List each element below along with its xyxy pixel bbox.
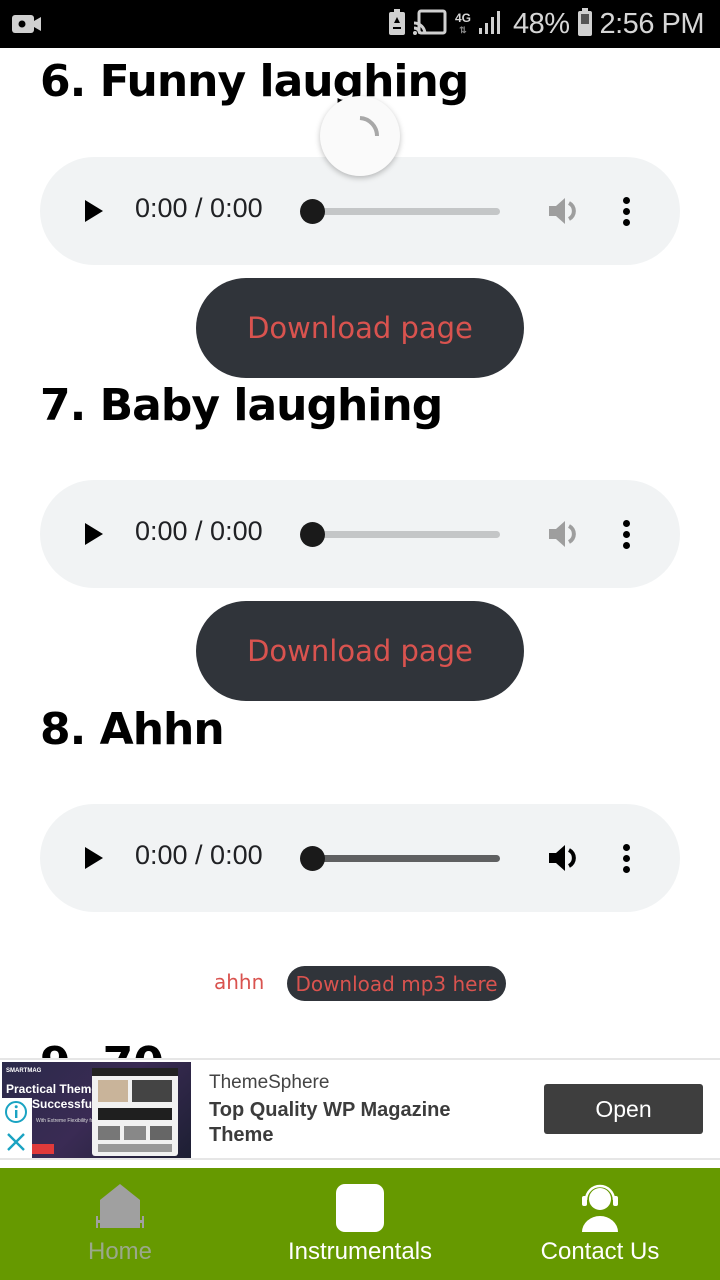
seek-bar[interactable]: [313, 208, 500, 215]
home-icon: [96, 1184, 144, 1228]
time-display: 0:00 / 0:00: [135, 516, 263, 546]
clock: 2:56 PM: [599, 7, 705, 40]
nav-label-home: Home: [87, 1238, 153, 1265]
spinner-arc-icon: [359, 116, 380, 137]
section-heading-partial: 9. 70 ... ...: [40, 1038, 295, 1058]
nav-item-instrumentals[interactable]: Instrumentals: [240, 1168, 480, 1280]
mp3-download-row: ahhn Download mp3 here: [0, 966, 720, 1002]
seek-bar[interactable]: [313, 531, 500, 538]
ad-banner[interactable]: SMARTMAG Practical Theme for Successful …: [0, 1058, 720, 1160]
time-display: 0:00 / 0:00: [135, 840, 263, 870]
play-icon[interactable]: [85, 523, 103, 545]
more-options-icon[interactable]: [623, 844, 631, 874]
ad-image-brand: SMARTMAG: [6, 1068, 42, 1074]
info-icon[interactable]: [4, 1100, 28, 1124]
ad-open-button[interactable]: Open: [544, 1084, 703, 1134]
play-icon[interactable]: [85, 200, 103, 222]
download-page-button[interactable]: Download page: [196, 601, 524, 701]
video-camera-icon: [12, 13, 42, 40]
battery-saver-icon: [388, 8, 405, 40]
support-agent-icon: [582, 1184, 618, 1232]
download-mp3-button[interactable]: Download mp3 here: [287, 966, 506, 1001]
volume-icon[interactable]: [547, 518, 581, 550]
cast-icon: [412, 9, 447, 40]
download-page-button[interactable]: Download page: [196, 278, 524, 378]
ad-title[interactable]: Top Quality WP Magazine Theme: [209, 1098, 509, 1148]
section-heading: 6. Funny laughing: [40, 56, 469, 107]
seek-bar[interactable]: [313, 855, 500, 862]
instrumentals-icon: [336, 1184, 384, 1232]
volume-icon[interactable]: [547, 842, 581, 874]
more-options-icon[interactable]: [623, 197, 631, 227]
section-heading: 8. Ahhn: [40, 704, 225, 755]
audio-player: 0:00 / 0:00: [40, 480, 680, 588]
time-display: 0:00 / 0:00: [135, 193, 263, 223]
seek-handle[interactable]: [300, 846, 325, 871]
nav-item-home[interactable]: Home: [0, 1168, 240, 1280]
ad-image-cta: [32, 1144, 54, 1154]
nav-item-contact[interactable]: Contact Us: [480, 1168, 720, 1280]
seek-handle[interactable]: [300, 522, 325, 547]
play-icon[interactable]: [85, 847, 103, 869]
section-heading: 7. Baby laughing: [40, 380, 443, 431]
page-content: 6. Funny laughing 0:00 / 0:00 Download p…: [0, 48, 720, 1058]
seek-handle[interactable]: [300, 199, 325, 224]
signal-icon: [478, 10, 505, 39]
battery-percent: 48%: [512, 7, 570, 40]
bottom-navigation: Home Instrumentals Contact Us: [0, 1168, 720, 1280]
ad-image-mockup: [92, 1068, 178, 1156]
loading-spinner: [320, 96, 400, 176]
nav-label-instrumentals: Instrumentals: [287, 1238, 433, 1265]
network-type: 4G: [454, 11, 471, 25]
ahhn-link[interactable]: ahhn: [214, 970, 264, 994]
volume-icon[interactable]: [547, 195, 581, 227]
battery-icon: [577, 7, 592, 41]
ad-sponsor: ThemeSphere: [209, 1072, 330, 1093]
nav-label-contact: Contact Us: [540, 1238, 660, 1265]
audio-player: 0:00 / 0:00: [40, 804, 680, 912]
network-4g-icon: 4G ⇅: [454, 11, 471, 35]
status-bar: 4G ⇅ 48% 2:56 PM: [0, 0, 720, 48]
close-icon[interactable]: [4, 1130, 28, 1154]
more-options-icon[interactable]: [623, 520, 631, 550]
